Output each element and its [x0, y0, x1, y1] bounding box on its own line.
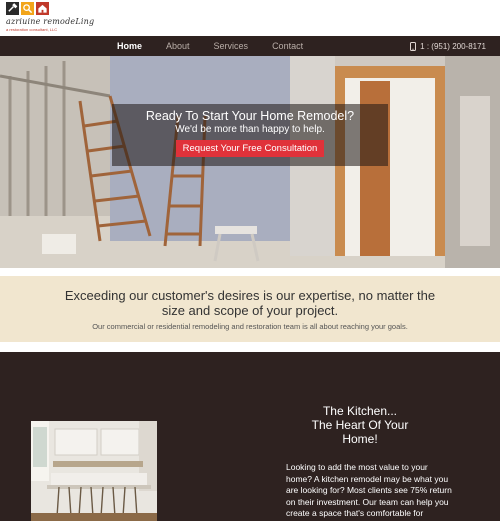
- kitchen-title-line3: Home!: [342, 432, 378, 446]
- phone-icon: [410, 41, 417, 51]
- header-logo-strip: azriuine remodeLing a restoration consul…: [0, 0, 500, 36]
- brand-tagline: a restoration consultant, LLC: [6, 27, 58, 32]
- band-heading-line2: size and scope of your project.: [161, 303, 339, 318]
- hero-section: Ready To Start Your Home Remodel? We'd b…: [0, 56, 500, 268]
- kitchen-title: The Kitchen... The Heart Of Your Home!: [290, 404, 430, 446]
- kitchen-title-line2: The Heart Of Your: [311, 418, 409, 432]
- brand-logo[interactable]: azriuine remodeLing a restoration consul…: [6, 2, 94, 34]
- nav-item-about[interactable]: About: [166, 41, 190, 51]
- hero-title: Ready To Start Your Home Remodel?: [145, 109, 355, 123]
- kitchen-section: The Kitchen... The Heart Of Your Home! L…: [0, 352, 500, 521]
- phone-number: 1 : (951) 200-8171: [420, 41, 486, 51]
- phone-contact[interactable]: 1 : (951) 200-8171: [410, 36, 486, 56]
- kitchen-body-text: Looking to add the most value to your ho…: [286, 462, 452, 518]
- main-navigation: Home About Services Contact 1 : (951) 20…: [0, 36, 500, 56]
- nav-item-contact[interactable]: Contact: [272, 41, 303, 51]
- logo-icons: [6, 2, 94, 16]
- kitchen-title-line1: The Kitchen...: [322, 404, 398, 418]
- request-consultation-button[interactable]: Request Your Free Consultation: [175, 140, 325, 157]
- kitchen-photo: [31, 421, 157, 521]
- band-heading-line1: Exceeding our customer's desires is our …: [64, 288, 436, 303]
- house-icon: [36, 2, 49, 15]
- nav-links: Home About Services Contact: [117, 36, 327, 56]
- hammer-icon: [6, 2, 19, 15]
- hero-callout: Ready To Start Your Home Remodel? We'd b…: [112, 104, 388, 166]
- magnifier-icon: [21, 2, 34, 15]
- band-subtext: Our commercial or residential remodeling…: [92, 322, 408, 331]
- band-heading: Exceeding our customer's desires is our …: [0, 276, 500, 318]
- nav-item-home[interactable]: Home: [117, 41, 142, 51]
- expertise-band: Exceeding our customer's desires is our …: [0, 276, 500, 342]
- hero-subtitle: We'd be more than happy to help.: [175, 124, 325, 135]
- brand-name: azriuine remodeLing: [6, 17, 95, 26]
- nav-item-services[interactable]: Services: [214, 41, 249, 51]
